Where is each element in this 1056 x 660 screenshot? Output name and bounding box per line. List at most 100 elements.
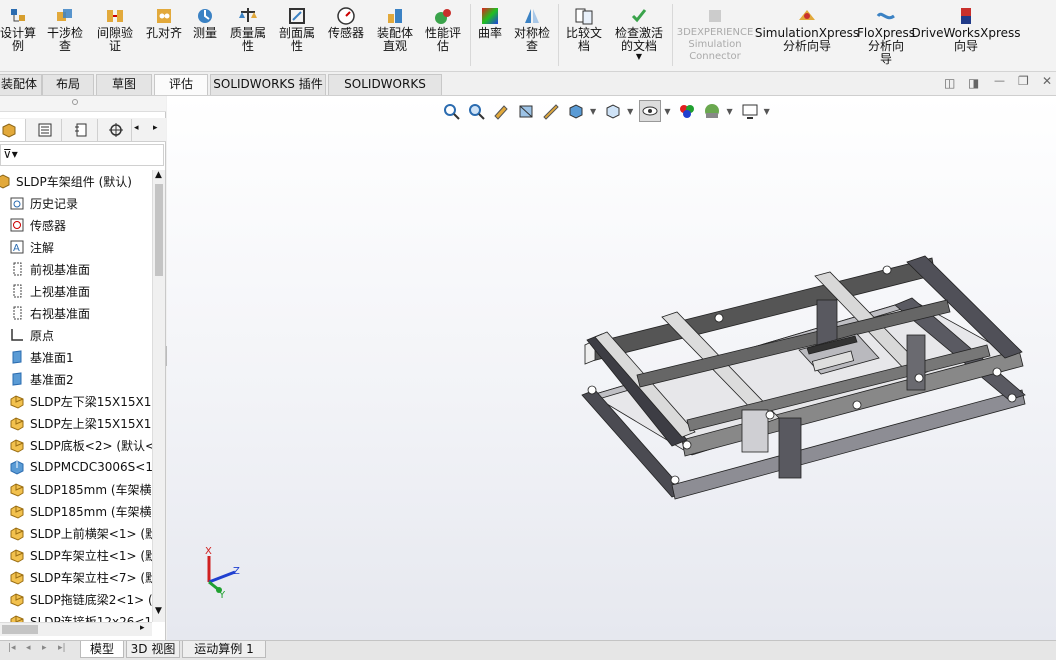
chevron-down-icon[interactable]: ▼ (726, 107, 732, 116)
tab-solidworks-addins[interactable]: SOLIDWORKS 插件 (210, 74, 326, 95)
tree-item[interactable]: SLDP拖链底梁2<1> ( (8, 588, 152, 610)
floxpress-button[interactable]: FloXpress 分析向 导 (857, 2, 915, 68)
driveworksxpress-button[interactable]: DriveWorksXpress 向导 (911, 2, 1021, 68)
view-settings-icon[interactable] (739, 100, 761, 122)
tree-item-label: 原点 (30, 328, 55, 343)
scroll-up-icon[interactable]: ▲ (155, 170, 162, 180)
tree-item[interactable]: SLDP车架立柱<1> (默 (8, 544, 152, 566)
part-icon (8, 524, 26, 542)
scroll-left-icon[interactable]: ◂ (134, 123, 139, 133)
tree-item[interactable]: SLDP车架立柱<7> (默 (8, 566, 152, 588)
restore-icon[interactable]: ❐ (1018, 74, 1029, 88)
hide-show-items-icon[interactable] (639, 100, 662, 122)
tree-item[interactable]: SLDP185mm (车架横 (8, 500, 152, 522)
tab-evaluate[interactable]: 评估 (154, 74, 208, 95)
dynamic-annotation-icon[interactable] (540, 100, 562, 122)
tree-item[interactable]: A 注解 (8, 236, 152, 258)
tree-vertical-scrollbar[interactable]: ▲ ▼ (152, 170, 165, 622)
zoom-to-fit-icon[interactable] (440, 100, 462, 122)
tab-assembly[interactable]: 装配体 (0, 74, 42, 95)
chevron-down-icon[interactable]: ▼ (627, 107, 633, 116)
nav-first-icon[interactable]: |◂ (8, 643, 16, 653)
filter-field[interactable]: ⊽▾ (0, 144, 164, 166)
tab-motion-study[interactable]: 运动算例 1 (182, 641, 266, 658)
tree-horizontal-scrollbar[interactable]: ▸ (0, 622, 152, 636)
display-style-icon[interactable] (602, 100, 624, 122)
tree-item[interactable]: 基准面1 (8, 346, 152, 368)
tab-solidworks-mbd[interactable]: SOLIDWORKS MBD (328, 74, 442, 110)
tile-icon[interactable]: ◫ (944, 76, 955, 90)
dimxpert-tab[interactable] (100, 119, 132, 141)
simulationxpress-button[interactable]: SimulationXpress 分析向导 (755, 2, 859, 68)
assembly-visualization-button[interactable]: 装配体 直观 (372, 2, 418, 68)
featuremanager-tab[interactable] (0, 119, 26, 141)
tab-3d-view[interactable]: 3D 视图 (126, 641, 180, 658)
tab-model[interactable]: 模型 (80, 641, 124, 658)
configurationmanager-tab[interactable] (64, 119, 98, 141)
3dexperience-simulation-connector-button[interactable]: 3DEXPERIENCE Simulation Connector (676, 2, 754, 68)
tree-root-assembly[interactable]: SLDP车架组件 (默认) (0, 170, 146, 192)
performance-evaluation-icon (433, 6, 453, 26)
tree-item[interactable]: SLDP上前横架<1> (默 (8, 522, 152, 544)
interference-check-button[interactable]: 干涉检 查 (42, 2, 88, 68)
nav-last-icon[interactable]: ▸| (58, 643, 66, 653)
zoom-to-area-icon[interactable] (465, 100, 487, 122)
assembly-model-view[interactable] (167, 96, 1056, 640)
curvature-button[interactable]: 曲率 (474, 2, 506, 68)
tree-item[interactable]: 右视基准面 (8, 302, 152, 324)
nav-next-icon[interactable]: ▸ (42, 643, 47, 653)
propertymanager-tab[interactable] (28, 119, 62, 141)
tab-layout[interactable]: 布局 (42, 74, 94, 95)
tree-item[interactable]: 历史记录 (8, 192, 152, 214)
tree-item-label: SLDP上前横架<1> (默 (30, 526, 152, 541)
chevron-down-icon[interactable]: ▼ (764, 107, 770, 116)
section-properties-button[interactable]: 剖面属 性 (274, 2, 320, 68)
compare-documents-button[interactable]: 比较文 档 (562, 2, 606, 68)
apply-scene-icon[interactable] (701, 100, 723, 122)
scroll-right-icon[interactable]: ▸ (140, 623, 145, 633)
design-study-button[interactable]: 设计算 例 (0, 2, 36, 68)
edit-appearance-icon[interactable] (676, 100, 698, 122)
graphics-area[interactable]: X Z Y (167, 96, 1056, 640)
tab-sketch[interactable]: 草图 (96, 74, 152, 95)
clearance-check-button[interactable]: 间隙验 证 (92, 2, 138, 68)
tree-item[interactable]: SLDP185mm (车架横 (8, 478, 152, 500)
tree-item[interactable]: 原点 (8, 324, 152, 346)
close-icon[interactable]: ✕ (1042, 74, 1052, 88)
mass-properties-button[interactable]: 质量属 性 (226, 2, 270, 68)
section-view-icon[interactable] (515, 100, 537, 122)
check-active-document-button[interactable]: 检查激活 的文档 ▼ (610, 2, 668, 68)
tree-item[interactable]: SLDP左下梁15X15X1. (8, 390, 152, 412)
hole-alignment-button[interactable]: 孔对齐 (142, 2, 186, 68)
chevron-down-icon[interactable]: ▼ (636, 53, 642, 61)
tree-item[interactable]: SLDP连接板12x26<1> (8, 610, 152, 622)
previous-view-icon[interactable] (490, 100, 512, 122)
scroll-thumb[interactable] (155, 184, 163, 276)
nav-prev-icon[interactable]: ◂ (26, 643, 31, 653)
tree-item[interactable]: 基准面2 (8, 368, 152, 390)
sensor-button[interactable]: 传感器 (324, 2, 368, 68)
view-orientation-icon[interactable] (565, 100, 587, 122)
tree-item[interactable]: 上视基准面 (8, 280, 152, 302)
tree-item-label: SLDP185mm (车架横 (30, 482, 152, 497)
panel-icon[interactable]: ◨ (968, 76, 979, 90)
tree-item[interactable]: 传感器 (8, 214, 152, 236)
hscroll-thumb[interactable] (2, 625, 38, 634)
symmetry-check-button[interactable]: 对称检 查 (510, 2, 554, 68)
chevron-down-icon[interactable]: ▼ (590, 107, 596, 116)
measure-button[interactable]: 测量 (188, 2, 222, 68)
chevron-down-icon[interactable]: ▼ (664, 107, 670, 116)
check-active-document-icon (629, 6, 649, 26)
filter-icon[interactable]: ⊽▾ (3, 147, 18, 161)
scroll-right-icon[interactable]: ▸ (153, 123, 158, 133)
minimize-icon[interactable]: — (994, 74, 1005, 87)
scroll-down-icon[interactable]: ▼ (155, 606, 162, 616)
panel-collapse-bar[interactable] (0, 96, 166, 112)
driveworksxpress-icon (956, 6, 976, 26)
tree-item[interactable]: 前视基准面 (8, 258, 152, 280)
tree-item[interactable]: SLDPMCDC3006S<1 (8, 456, 152, 478)
featuremanager-icon (2, 123, 15, 138)
tree-item[interactable]: SLDP底板<2> (默认< (8, 434, 152, 456)
tree-item[interactable]: SLDP左上梁15X15X1. (8, 412, 152, 434)
performance-evaluation-button[interactable]: 性能评 估 (420, 2, 466, 68)
